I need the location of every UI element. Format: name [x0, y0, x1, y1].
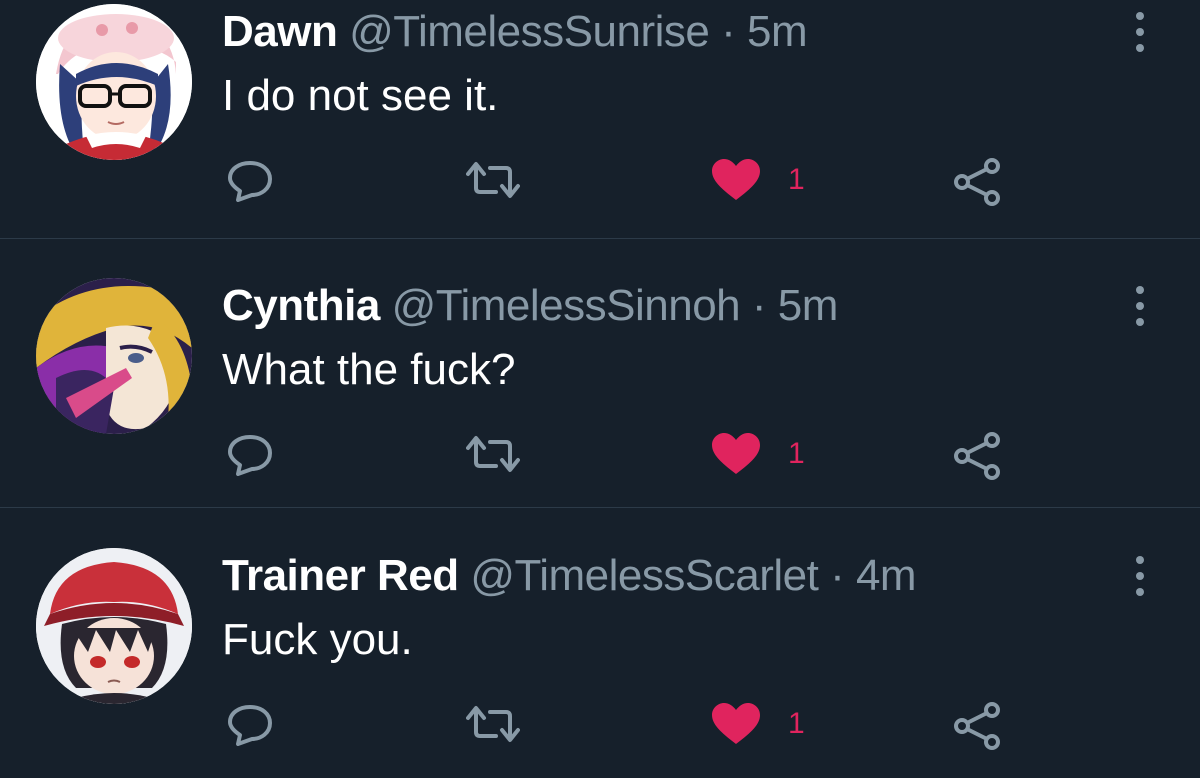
retweet-button[interactable] — [466, 688, 526, 758]
reply-icon — [228, 705, 272, 746]
user-handle[interactable]: @TimelessSunrise — [349, 7, 710, 56]
share-icon — [954, 702, 1000, 750]
separator: · — [751, 281, 767, 330]
share-button[interactable] — [952, 144, 1012, 214]
tweet-actions: 1 — [0, 688, 1200, 758]
avatar[interactable] — [36, 278, 192, 434]
tweet-header: Trainer Red @TimelessScarlet · 4m — [222, 548, 917, 604]
tweet[interactable]: Dawn @TimelessSunrise · 5m I do not see … — [0, 0, 1200, 234]
reply-button[interactable] — [226, 688, 286, 758]
avatar[interactable] — [36, 4, 192, 160]
more-vertical-icon[interactable] — [1128, 276, 1152, 336]
retweet-button[interactable] — [466, 144, 526, 214]
heart-icon — [712, 703, 760, 744]
retweet-icon — [466, 706, 520, 742]
separator: · — [830, 551, 845, 600]
retweet-icon — [466, 162, 520, 198]
more-vertical-icon[interactable] — [1128, 546, 1152, 606]
reply-button[interactable] — [226, 144, 286, 214]
timestamp[interactable]: 5m — [747, 7, 808, 56]
like-button[interactable]: 1 — [710, 144, 820, 214]
retweet-icon — [466, 436, 520, 472]
display-name[interactable]: Dawn — [222, 7, 338, 56]
share-button[interactable] — [952, 418, 1012, 488]
share-icon — [954, 158, 1000, 206]
tweet-text: What the fuck? — [222, 345, 516, 394]
retweet-button[interactable] — [466, 418, 526, 488]
tweet[interactable]: Trainer Red @TimelessScarlet · 4m Fuck y… — [0, 508, 1200, 778]
like-count: 1 — [788, 437, 805, 470]
tweet[interactable]: Cynthia @TimelessSinnoh · 5m What the fu… — [0, 238, 1200, 508]
tweet-header: Dawn @TimelessSunrise · 5m — [222, 4, 808, 60]
like-button[interactable]: 1 — [710, 418, 820, 488]
heart-icon — [712, 159, 760, 200]
display-name[interactable]: Cynthia — [222, 281, 380, 330]
user-handle[interactable]: @TimelessScarlet — [470, 551, 819, 600]
display-name[interactable]: Trainer Red — [222, 551, 459, 600]
heart-icon — [712, 433, 760, 474]
avatar[interactable] — [36, 548, 192, 704]
like-count: 1 — [788, 707, 805, 740]
reply-icon — [228, 161, 272, 202]
share-button[interactable] — [952, 688, 1012, 758]
tweet-actions: 1 — [0, 418, 1200, 488]
tweet-text: I do not see it. — [222, 71, 499, 120]
like-count: 1 — [788, 163, 805, 196]
share-icon — [954, 432, 1000, 480]
user-handle[interactable]: @TimelessSinnoh — [392, 281, 741, 330]
tweet-header: Cynthia @TimelessSinnoh · 5m — [222, 278, 838, 334]
like-button[interactable]: 1 — [710, 688, 820, 758]
reply-button[interactable] — [226, 418, 286, 488]
tweet-actions: 1 — [0, 144, 1200, 214]
reply-icon — [228, 435, 272, 476]
separator: · — [721, 7, 736, 56]
timestamp[interactable]: 4m — [856, 551, 917, 600]
more-vertical-icon[interactable] — [1128, 2, 1152, 62]
timestamp[interactable]: 5m — [778, 281, 839, 330]
tweet-text: Fuck you. — [222, 615, 413, 664]
